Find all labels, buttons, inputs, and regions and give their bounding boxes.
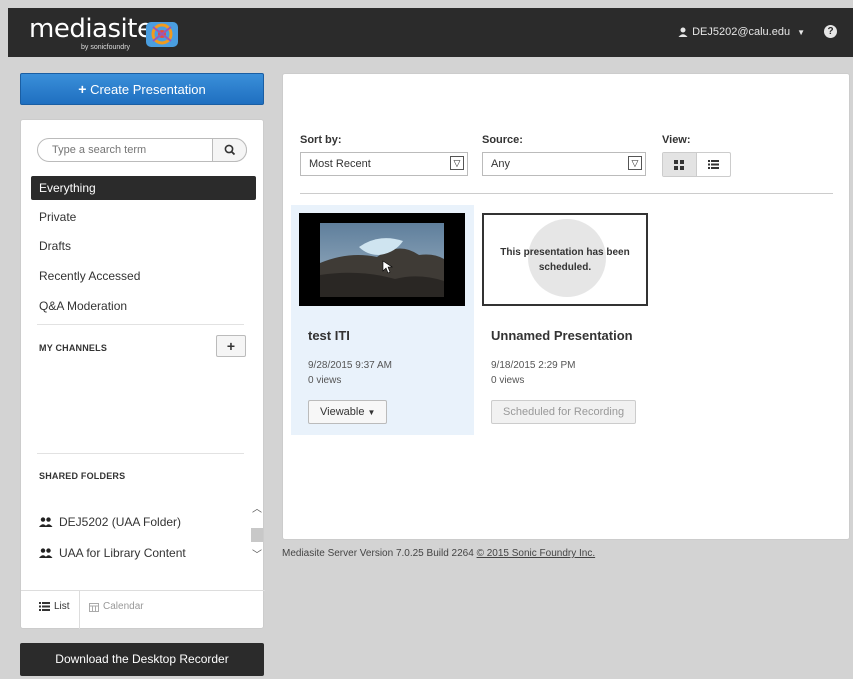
presentation-date: 9/18/2015 2:29 PM bbox=[491, 360, 576, 371]
sidebar-item-private[interactable]: Private bbox=[21, 205, 265, 229]
grid-icon bbox=[674, 159, 685, 170]
users-icon bbox=[39, 548, 53, 558]
divider bbox=[37, 453, 244, 454]
list-view-label: List bbox=[54, 601, 70, 612]
shared-folder-label: DEJ5202 (UAA Folder) bbox=[59, 515, 182, 529]
presentation-card[interactable]: test ITI 9/28/2015 9:37 AM 0 views Viewa… bbox=[291, 205, 474, 435]
help-icon[interactable]: ? bbox=[824, 25, 837, 38]
calendar-icon bbox=[89, 602, 99, 612]
divider bbox=[79, 591, 80, 629]
scroll-thumb[interactable] bbox=[251, 528, 263, 542]
source-label: Source: bbox=[482, 134, 523, 146]
chevron-down-icon[interactable]: ﹀ bbox=[251, 550, 263, 562]
my-channels-heading: MY CHANNELS bbox=[39, 343, 108, 353]
source-select[interactable]: Any ▽ bbox=[482, 152, 646, 176]
presentation-thumbnail[interactable] bbox=[299, 213, 465, 306]
sort-select[interactable]: Most Recent ▽ bbox=[300, 152, 468, 176]
status-label: Viewable bbox=[320, 406, 365, 418]
search-icon bbox=[224, 144, 236, 156]
logo-text: mediasite bbox=[29, 14, 153, 44]
version-text: Mediasite Server Version 7.0.25 Build 22… bbox=[282, 548, 474, 559]
scheduled-status-button: Scheduled for Recording bbox=[491, 400, 637, 424]
source-value: Any bbox=[491, 158, 510, 170]
sort-label: Sort by: bbox=[300, 134, 342, 146]
user-email: DEJ5202@calu.edu bbox=[692, 26, 791, 38]
presentation-views: 0 views bbox=[308, 375, 342, 386]
user-menu[interactable]: DEJ5202@calu.edu ▼ bbox=[678, 26, 805, 38]
chevron-down-icon: ▽ bbox=[628, 156, 642, 170]
logo-subtext: by sonicfoundry bbox=[81, 44, 131, 51]
main-panel: Sort by: Most Recent ▽ Source: Any ▽ Vie… bbox=[282, 73, 850, 540]
presentation-card[interactable]: This presentation has been scheduled. Un… bbox=[474, 205, 657, 435]
search-box bbox=[37, 138, 247, 162]
view-toggle bbox=[662, 152, 731, 177]
presentation-date: 9/28/2015 9:37 AM bbox=[308, 360, 392, 371]
user-icon bbox=[678, 27, 688, 37]
plus-icon: + bbox=[226, 338, 236, 354]
search-input[interactable] bbox=[52, 144, 202, 156]
copyright-link[interactable]: © 2015 Sonic Foundry Inc. bbox=[477, 548, 596, 559]
sort-value: Most Recent bbox=[309, 158, 371, 170]
calendar-view-label: Calendar bbox=[103, 601, 144, 612]
version-footer: Mediasite Server Version 7.0.25 Build 22… bbox=[282, 548, 595, 559]
sidebar: Everything Private Drafts Recently Acces… bbox=[20, 119, 265, 630]
viewable-dropdown-button[interactable]: Viewable ▼ bbox=[308, 400, 388, 424]
shared-folder-item[interactable]: UAA for Library Content bbox=[39, 546, 186, 560]
sidebar-item-drafts[interactable]: Drafts bbox=[21, 234, 265, 258]
shared-folder-item[interactable]: DEJ5202 (UAA Folder) bbox=[39, 515, 181, 529]
users-icon bbox=[39, 517, 53, 527]
sidebar-item-recently-accessed[interactable]: Recently Accessed bbox=[21, 264, 265, 288]
search-button[interactable] bbox=[212, 138, 247, 162]
list-icon bbox=[707, 160, 719, 169]
divider bbox=[300, 193, 833, 194]
chevron-down-icon: ▽ bbox=[450, 156, 464, 170]
create-presentation-button[interactable]: + Create Presentation bbox=[20, 73, 264, 105]
create-presentation-label: Create Presentation bbox=[90, 82, 206, 97]
caret-down-icon: ▼ bbox=[367, 408, 376, 417]
logo-mark-icon bbox=[146, 22, 178, 47]
list-view-button[interactable] bbox=[697, 153, 731, 176]
add-channel-button[interactable]: + bbox=[216, 335, 246, 357]
sidebar-item-qa-moderation[interactable]: Q&A Moderation bbox=[21, 294, 265, 318]
shared-folders-heading: SHARED FOLDERS bbox=[39, 471, 126, 481]
grid-view-button[interactable] bbox=[663, 153, 697, 176]
chevron-up-icon[interactable]: ︿ bbox=[251, 504, 263, 516]
presentation-title[interactable]: Unnamed Presentation bbox=[491, 328, 633, 343]
scheduled-message: This presentation has been scheduled. bbox=[500, 247, 630, 273]
view-label: View: bbox=[662, 134, 691, 146]
divider bbox=[37, 324, 244, 325]
download-desktop-recorder-button[interactable]: Download the Desktop Recorder bbox=[20, 643, 264, 676]
plus-icon: + bbox=[78, 81, 87, 97]
scheduled-placeholder-thumbnail[interactable]: This presentation has been scheduled. bbox=[482, 213, 648, 306]
caret-down-icon: ▼ bbox=[797, 27, 805, 37]
folders-scrollbar[interactable]: ︿ ﹀ bbox=[250, 498, 264, 574]
shared-folder-label: UAA for Library Content bbox=[59, 546, 186, 560]
view-switcher: List Calendar bbox=[21, 590, 265, 630]
presentation-views: 0 views bbox=[491, 375, 525, 386]
sidebar-item-everything[interactable]: Everything bbox=[31, 176, 256, 200]
list-view-tab[interactable]: List bbox=[39, 601, 70, 612]
list-icon bbox=[39, 602, 50, 611]
presentation-title[interactable]: test ITI bbox=[308, 328, 350, 343]
calendar-view-tab[interactable]: Calendar bbox=[89, 601, 144, 612]
mediasite-logo[interactable]: mediasite by sonicfoundry bbox=[29, 14, 178, 51]
top-bar: mediasite by sonicfoundry DEJ5202@calu.e… bbox=[8, 8, 853, 57]
